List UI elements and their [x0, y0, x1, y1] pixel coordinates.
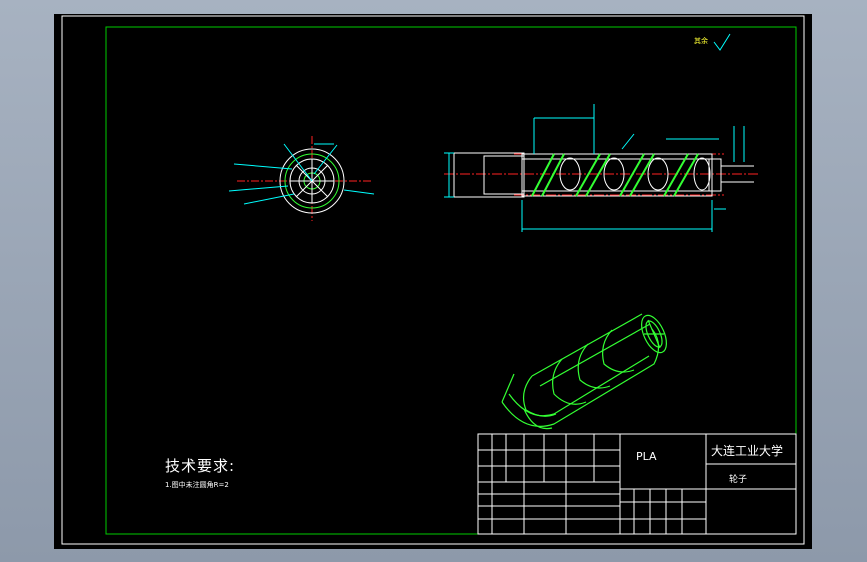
part-name: 轮子	[729, 475, 748, 485]
roughness-label: 其余	[694, 37, 708, 45]
isometric-view	[501, 313, 667, 430]
tech-requirements-note: 1.图中未注圆角R=2	[165, 481, 229, 489]
material-label: PLA	[636, 450, 657, 463]
roughness-symbol	[713, 33, 731, 51]
side-view	[444, 104, 759, 232]
end-view	[228, 136, 375, 221]
tech-requirements-title: 技术要求:	[165, 457, 236, 475]
school-name: 大连工业大学	[711, 444, 784, 458]
drawing-sheet: 其余 技术要求: 1.图中未注圆角R=2 PLA 大连工业大学 轮子	[54, 14, 812, 549]
